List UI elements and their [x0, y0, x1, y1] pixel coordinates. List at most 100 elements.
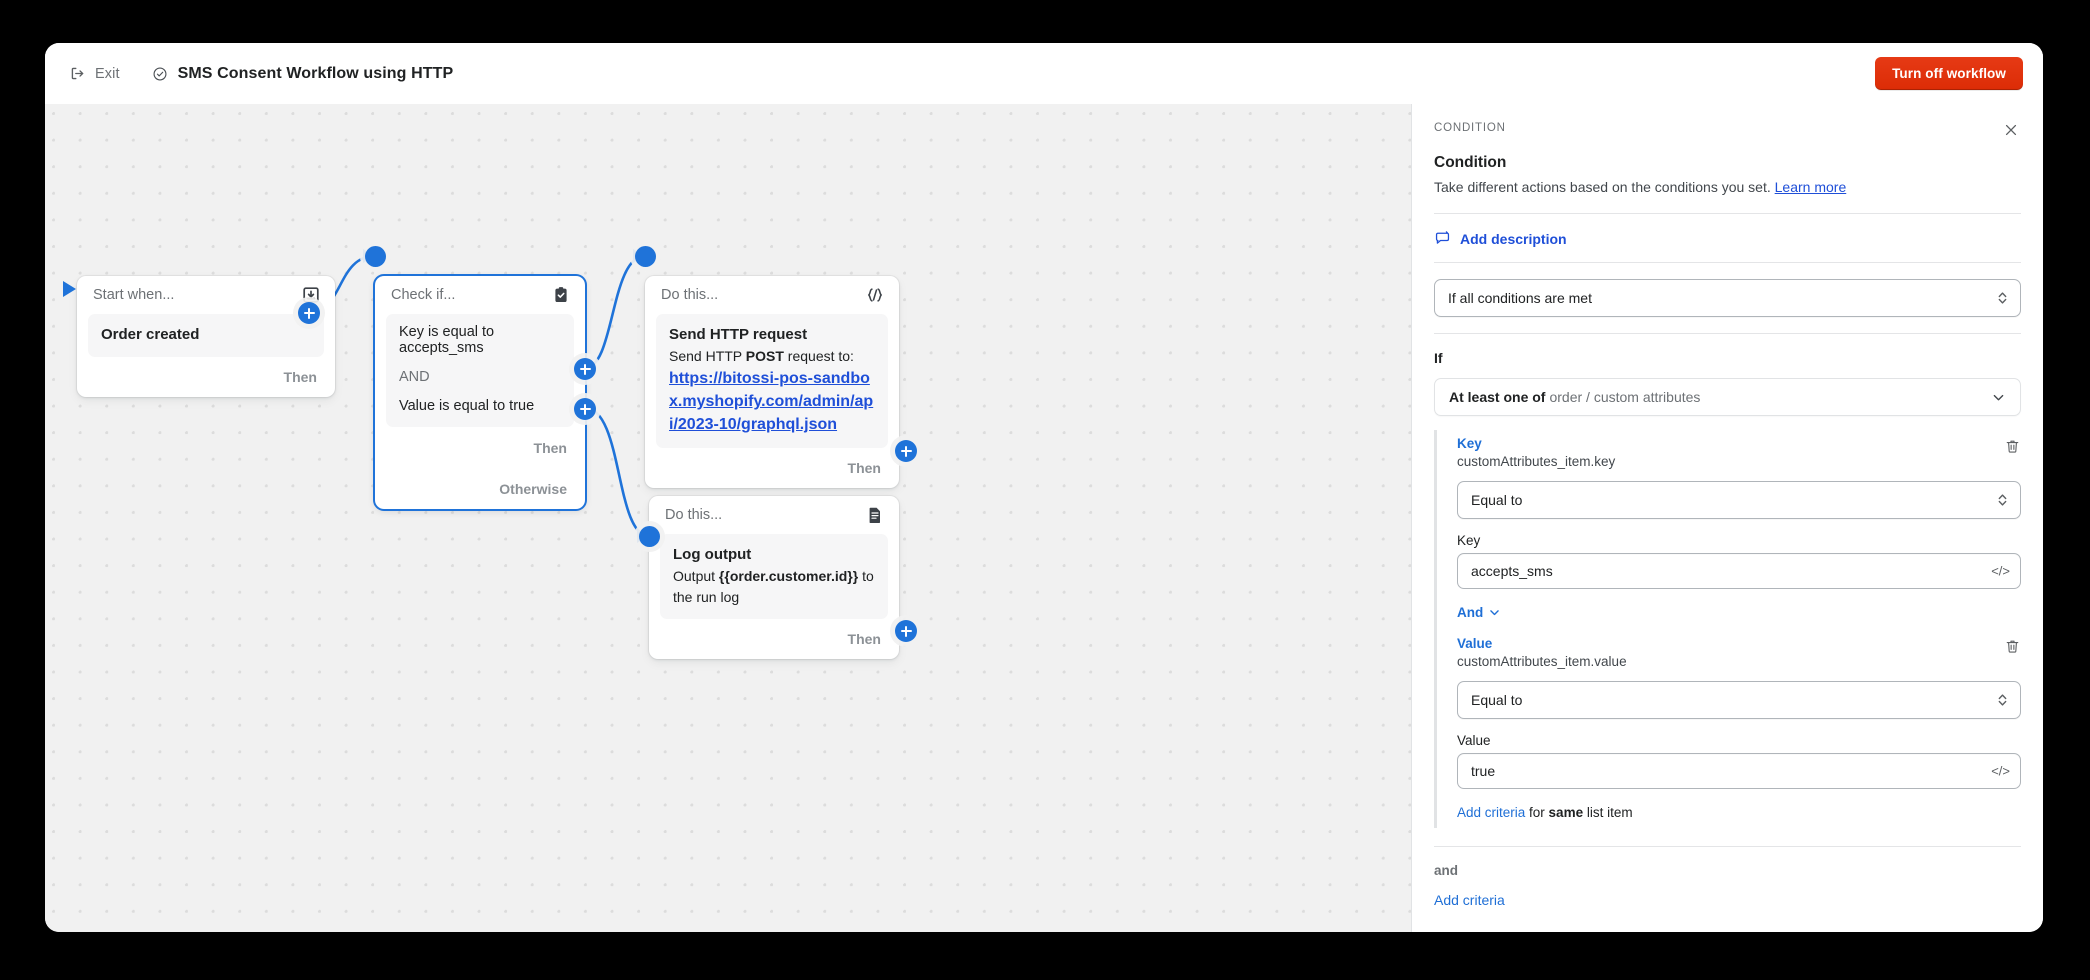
node-log-footer: Then — [649, 619, 899, 659]
body-split: Start when... Order created Then Check — [45, 104, 2043, 932]
node-log-input-dot — [639, 526, 660, 547]
add-step-condition-otherwise-button[interactable] — [574, 398, 596, 420]
node-log-title: Log output — [673, 545, 875, 565]
exit-icon — [69, 65, 86, 82]
node-log-subtitle: Output {{order.customer.id}} to the run … — [673, 566, 875, 607]
clipboard-check-icon — [551, 285, 571, 305]
code-icon[interactable]: </> — [1991, 764, 2010, 779]
chevron-down-icon — [1991, 390, 2006, 405]
app-window: Exit SMS Consent Workflow using HTTP Tur… — [45, 43, 2043, 932]
panel-divider-4 — [1434, 846, 2021, 847]
node-condition-then-footer: Then — [375, 427, 585, 469]
criterion-value-title[interactable]: Value — [1457, 636, 2004, 651]
criterion-value-field-label: Value — [1457, 733, 2021, 748]
add-step-after-log-button[interactable] — [895, 620, 917, 642]
node-trigger[interactable]: Start when... Order created Then — [77, 276, 335, 397]
criterion-key-path: customAttributes_item.key — [1457, 454, 2004, 469]
criteria-group: Key customAttributes_item.key Equal to — [1434, 430, 2021, 828]
check-circle-icon — [152, 66, 168, 82]
criterion-key-title[interactable]: Key — [1457, 436, 2004, 451]
exit-label: Exit — [95, 66, 120, 82]
add-step-after-trigger-button[interactable] — [298, 302, 320, 324]
node-condition[interactable]: Check if... Key is equal to accepts_sms … — [375, 276, 585, 509]
node-http-title: Send HTTP request — [669, 325, 875, 345]
add-description-label: Add description — [1460, 231, 1567, 247]
page-title: SMS Consent Workflow using HTTP — [178, 65, 454, 83]
add-description-section: Add description — [1412, 214, 2043, 263]
trigger-start-arrow — [59, 276, 85, 302]
node-condition-then-label: Then — [534, 440, 567, 456]
node-condition-otherwise-label: Otherwise — [499, 481, 567, 497]
chevron-up-down-icon — [1996, 290, 2009, 307]
trash-icon[interactable] — [2004, 638, 2021, 655]
criterion-value: Value customAttributes_item.value Equal … — [1457, 636, 2021, 789]
comment-edit-icon — [1434, 230, 1451, 247]
document-icon — [865, 505, 885, 525]
criterion-key: Key customAttributes_item.key Equal to — [1457, 436, 2021, 589]
add-description-button[interactable]: Add description — [1434, 230, 2021, 247]
add-criteria-same-mid: for — [1525, 805, 1548, 820]
workflow-title-group: SMS Consent Workflow using HTTP — [152, 65, 454, 83]
node-condition-line: Value is equal to true — [399, 399, 561, 415]
node-http-footer: Then — [645, 448, 899, 488]
criteria-and-toggle[interactable]: And — [1457, 605, 2021, 620]
criterion-key-header: Key customAttributes_item.key — [1457, 436, 2021, 469]
turn-off-workflow-button[interactable]: Turn off workflow — [1875, 57, 2023, 90]
match-conditions-value: If all conditions are met — [1448, 290, 1592, 306]
code-braces-icon — [865, 285, 885, 305]
close-icon[interactable] — [2001, 120, 2021, 140]
node-http-head-label: Do this... — [661, 287, 865, 303]
exit-button[interactable]: Exit — [63, 61, 126, 86]
node-log-variable: {{order.customer.id}} — [719, 568, 858, 584]
criterion-value-input[interactable]: true </> — [1457, 753, 2021, 789]
node-trigger-footer: Then — [77, 357, 335, 397]
node-http-sub-prefix: Send HTTP — [669, 348, 746, 364]
node-condition-otherwise-footer: Otherwise — [375, 469, 585, 509]
add-step-after-http-button[interactable] — [895, 440, 917, 462]
node-log-sub-prefix: Output — [673, 568, 719, 584]
add-criteria-button[interactable]: Add criteria — [1434, 892, 1505, 908]
add-criteria-same-list-item-row: Add criteria for same list item — [1457, 805, 2021, 820]
criteria-group-and-word: and — [1434, 863, 2021, 878]
panel-heading: Condition — [1434, 154, 2021, 172]
criterion-key-input[interactable]: accepts_sms </> — [1457, 553, 2021, 589]
node-http-header: Do this... — [645, 276, 899, 314]
if-section: If At least one of order / custom attrib… — [1412, 334, 2043, 910]
node-trigger-title: Order created — [101, 325, 311, 345]
panel-subtitle: Take different actions based on the cond… — [1434, 177, 2021, 197]
node-http-sub-suffix: request to: — [784, 348, 854, 364]
criterion-value-header: Value customAttributes_item.value — [1457, 636, 2021, 669]
node-http-url-link[interactable]: https://bitossi-pos-sandbox.myshopify.co… — [669, 367, 875, 437]
code-icon[interactable]: </> — [1991, 564, 2010, 579]
criterion-value-operator-select[interactable]: Equal to — [1457, 681, 2021, 719]
node-trigger-head-label: Start when... — [93, 287, 301, 303]
match-mode-section: If all conditions are met — [1412, 263, 2043, 334]
criterion-value-input-value: true — [1471, 763, 1495, 779]
node-log-then-label: Then — [848, 631, 881, 647]
learn-more-link[interactable]: Learn more — [1775, 179, 1847, 195]
node-log-head-label: Do this... — [665, 507, 865, 523]
add-criteria-same-link[interactable]: Add criteria — [1457, 805, 1525, 820]
match-conditions-select[interactable]: If all conditions are met — [1434, 279, 2021, 317]
node-log-output[interactable]: Do this... Log output Output {{order.cus… — [649, 496, 899, 659]
criterion-key-input-value: accepts_sms — [1471, 563, 1553, 579]
condition-subject-strong: At least one of — [1449, 389, 1545, 405]
trash-icon[interactable] — [2004, 438, 2021, 455]
add-step-condition-then-button[interactable] — [574, 358, 596, 380]
if-label: If — [1434, 350, 2021, 366]
node-send-http-request[interactable]: Do this... Send HTTP request Send HTTP P… — [645, 276, 899, 488]
chevron-up-down-icon — [1996, 692, 2009, 709]
node-condition-input-dot — [365, 246, 386, 267]
node-condition-header: Check if... — [375, 276, 585, 314]
condition-subject-select[interactable]: At least one of order / custom attribute… — [1434, 378, 2021, 416]
node-condition-line: Key is equal to accepts_sms — [399, 325, 561, 357]
criterion-key-operator-select[interactable]: Equal to — [1457, 481, 2021, 519]
panel-eyebrow: CONDITION — [1434, 120, 2001, 134]
top-bar: Exit SMS Consent Workflow using HTTP Tur… — [45, 43, 2043, 104]
criterion-value-head-text: Value customAttributes_item.value — [1457, 636, 2004, 669]
condition-subject-muted: order / custom attributes — [1549, 389, 1700, 405]
chevron-up-down-icon — [1996, 492, 2009, 509]
node-condition-head-label: Check if... — [391, 287, 551, 303]
node-http-input-dot — [635, 246, 656, 267]
workflow-canvas[interactable]: Start when... Order created Then Check — [45, 104, 1411, 932]
